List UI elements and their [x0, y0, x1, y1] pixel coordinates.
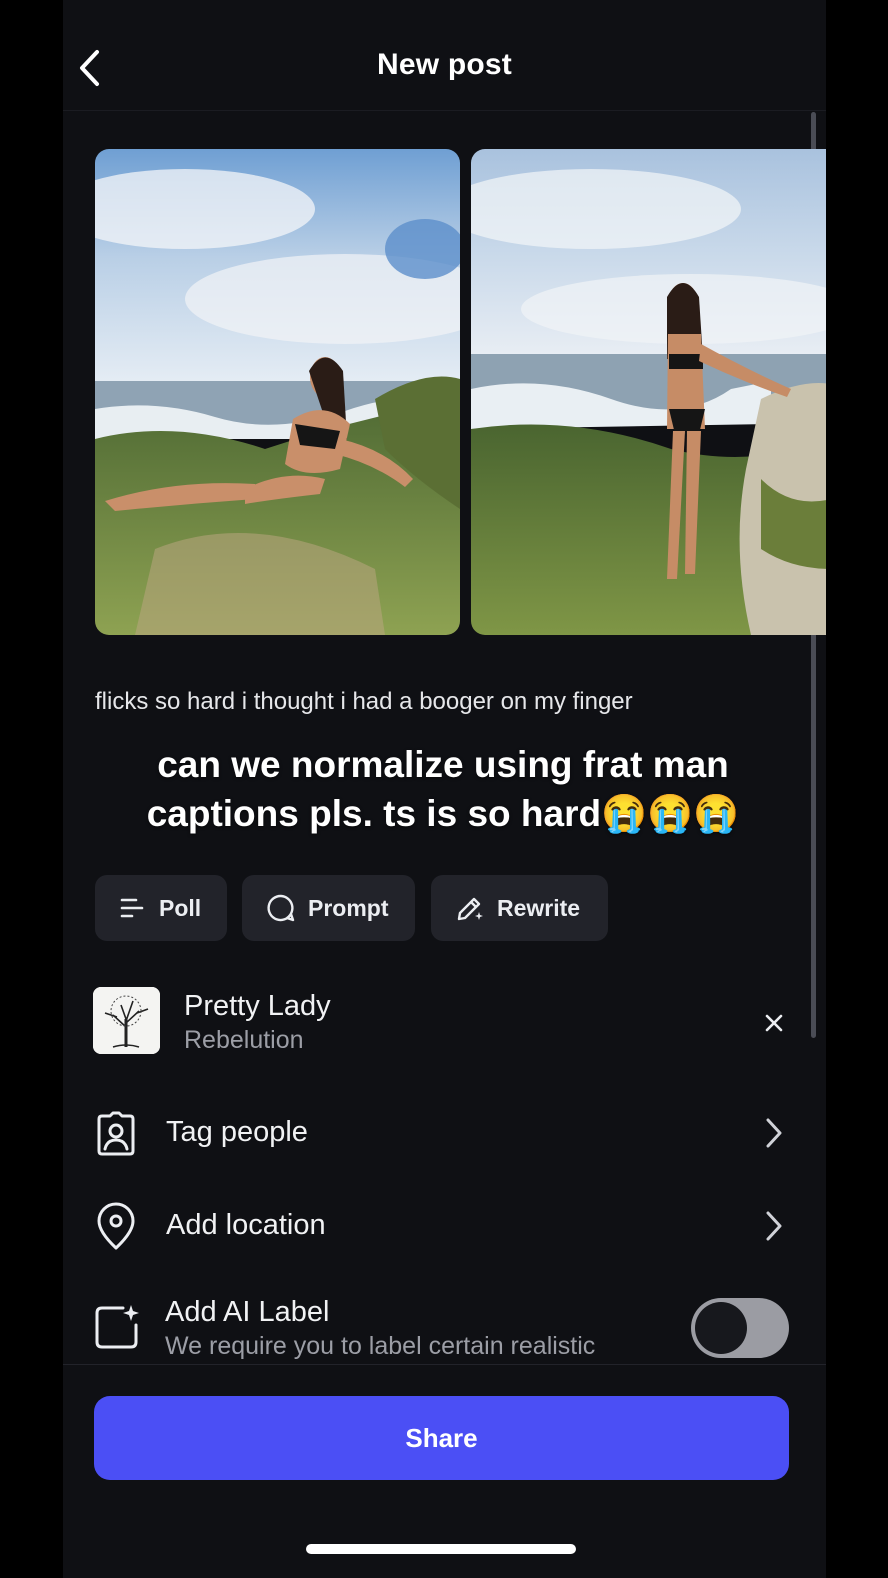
speech-bubble-icon [267, 894, 295, 922]
location-pin-icon [97, 1202, 135, 1250]
poll-label: Poll [159, 894, 202, 921]
music-artist: Rebelution [184, 1026, 304, 1054]
photo-1[interactable] [95, 149, 460, 635]
poll-icon [120, 898, 144, 918]
header: New post [63, 0, 826, 111]
tree-artwork-icon [93, 987, 160, 1054]
rewrite-button[interactable]: Rewrite [431, 875, 608, 941]
rewrite-label: Rewrite [497, 894, 581, 921]
prompt-label: Prompt [308, 894, 389, 921]
add-location-label: Add location [166, 1209, 326, 1241]
ai-label-toggle[interactable] [691, 1298, 789, 1358]
page-title: New post [377, 48, 512, 81]
tag-people-row[interactable]: Tag people [63, 1093, 826, 1173]
post-caption[interactable]: flicks so hard i thought i had a booger … [95, 688, 633, 716]
ai-sparkle-icon [95, 1305, 139, 1349]
album-art [93, 987, 160, 1054]
beach-photo-standing-image [471, 149, 826, 635]
poll-button[interactable]: Poll [95, 875, 227, 941]
ai-label-description: We require you to label certain realisti… [165, 1332, 596, 1360]
new-post-screen: New post flicks so hard i thought i had … [63, 0, 826, 1578]
tag-people-label: Tag people [166, 1116, 308, 1148]
photo-2[interactable] [471, 149, 826, 635]
music-title[interactable]: Pretty Lady [184, 990, 331, 1023]
chevron-right-icon [766, 1118, 782, 1148]
close-icon [765, 1014, 783, 1032]
home-indicator [306, 1544, 576, 1554]
overlay-text: can we normalize using frat man captions… [146, 744, 740, 834]
add-location-row[interactable]: Add location [63, 1186, 826, 1266]
prompt-button[interactable]: Prompt [242, 875, 415, 941]
ai-label-title: Add AI Label [165, 1296, 330, 1328]
pencil-sparkle-icon [457, 897, 483, 921]
remove-music-button[interactable] [758, 1007, 790, 1039]
person-tag-icon [97, 1111, 135, 1156]
divider [63, 1364, 826, 1365]
share-button[interactable]: Share [94, 1396, 789, 1480]
chevron-right-icon [766, 1211, 782, 1241]
beach-photo-reclining-image [95, 149, 460, 635]
toggle-knob [695, 1302, 747, 1354]
